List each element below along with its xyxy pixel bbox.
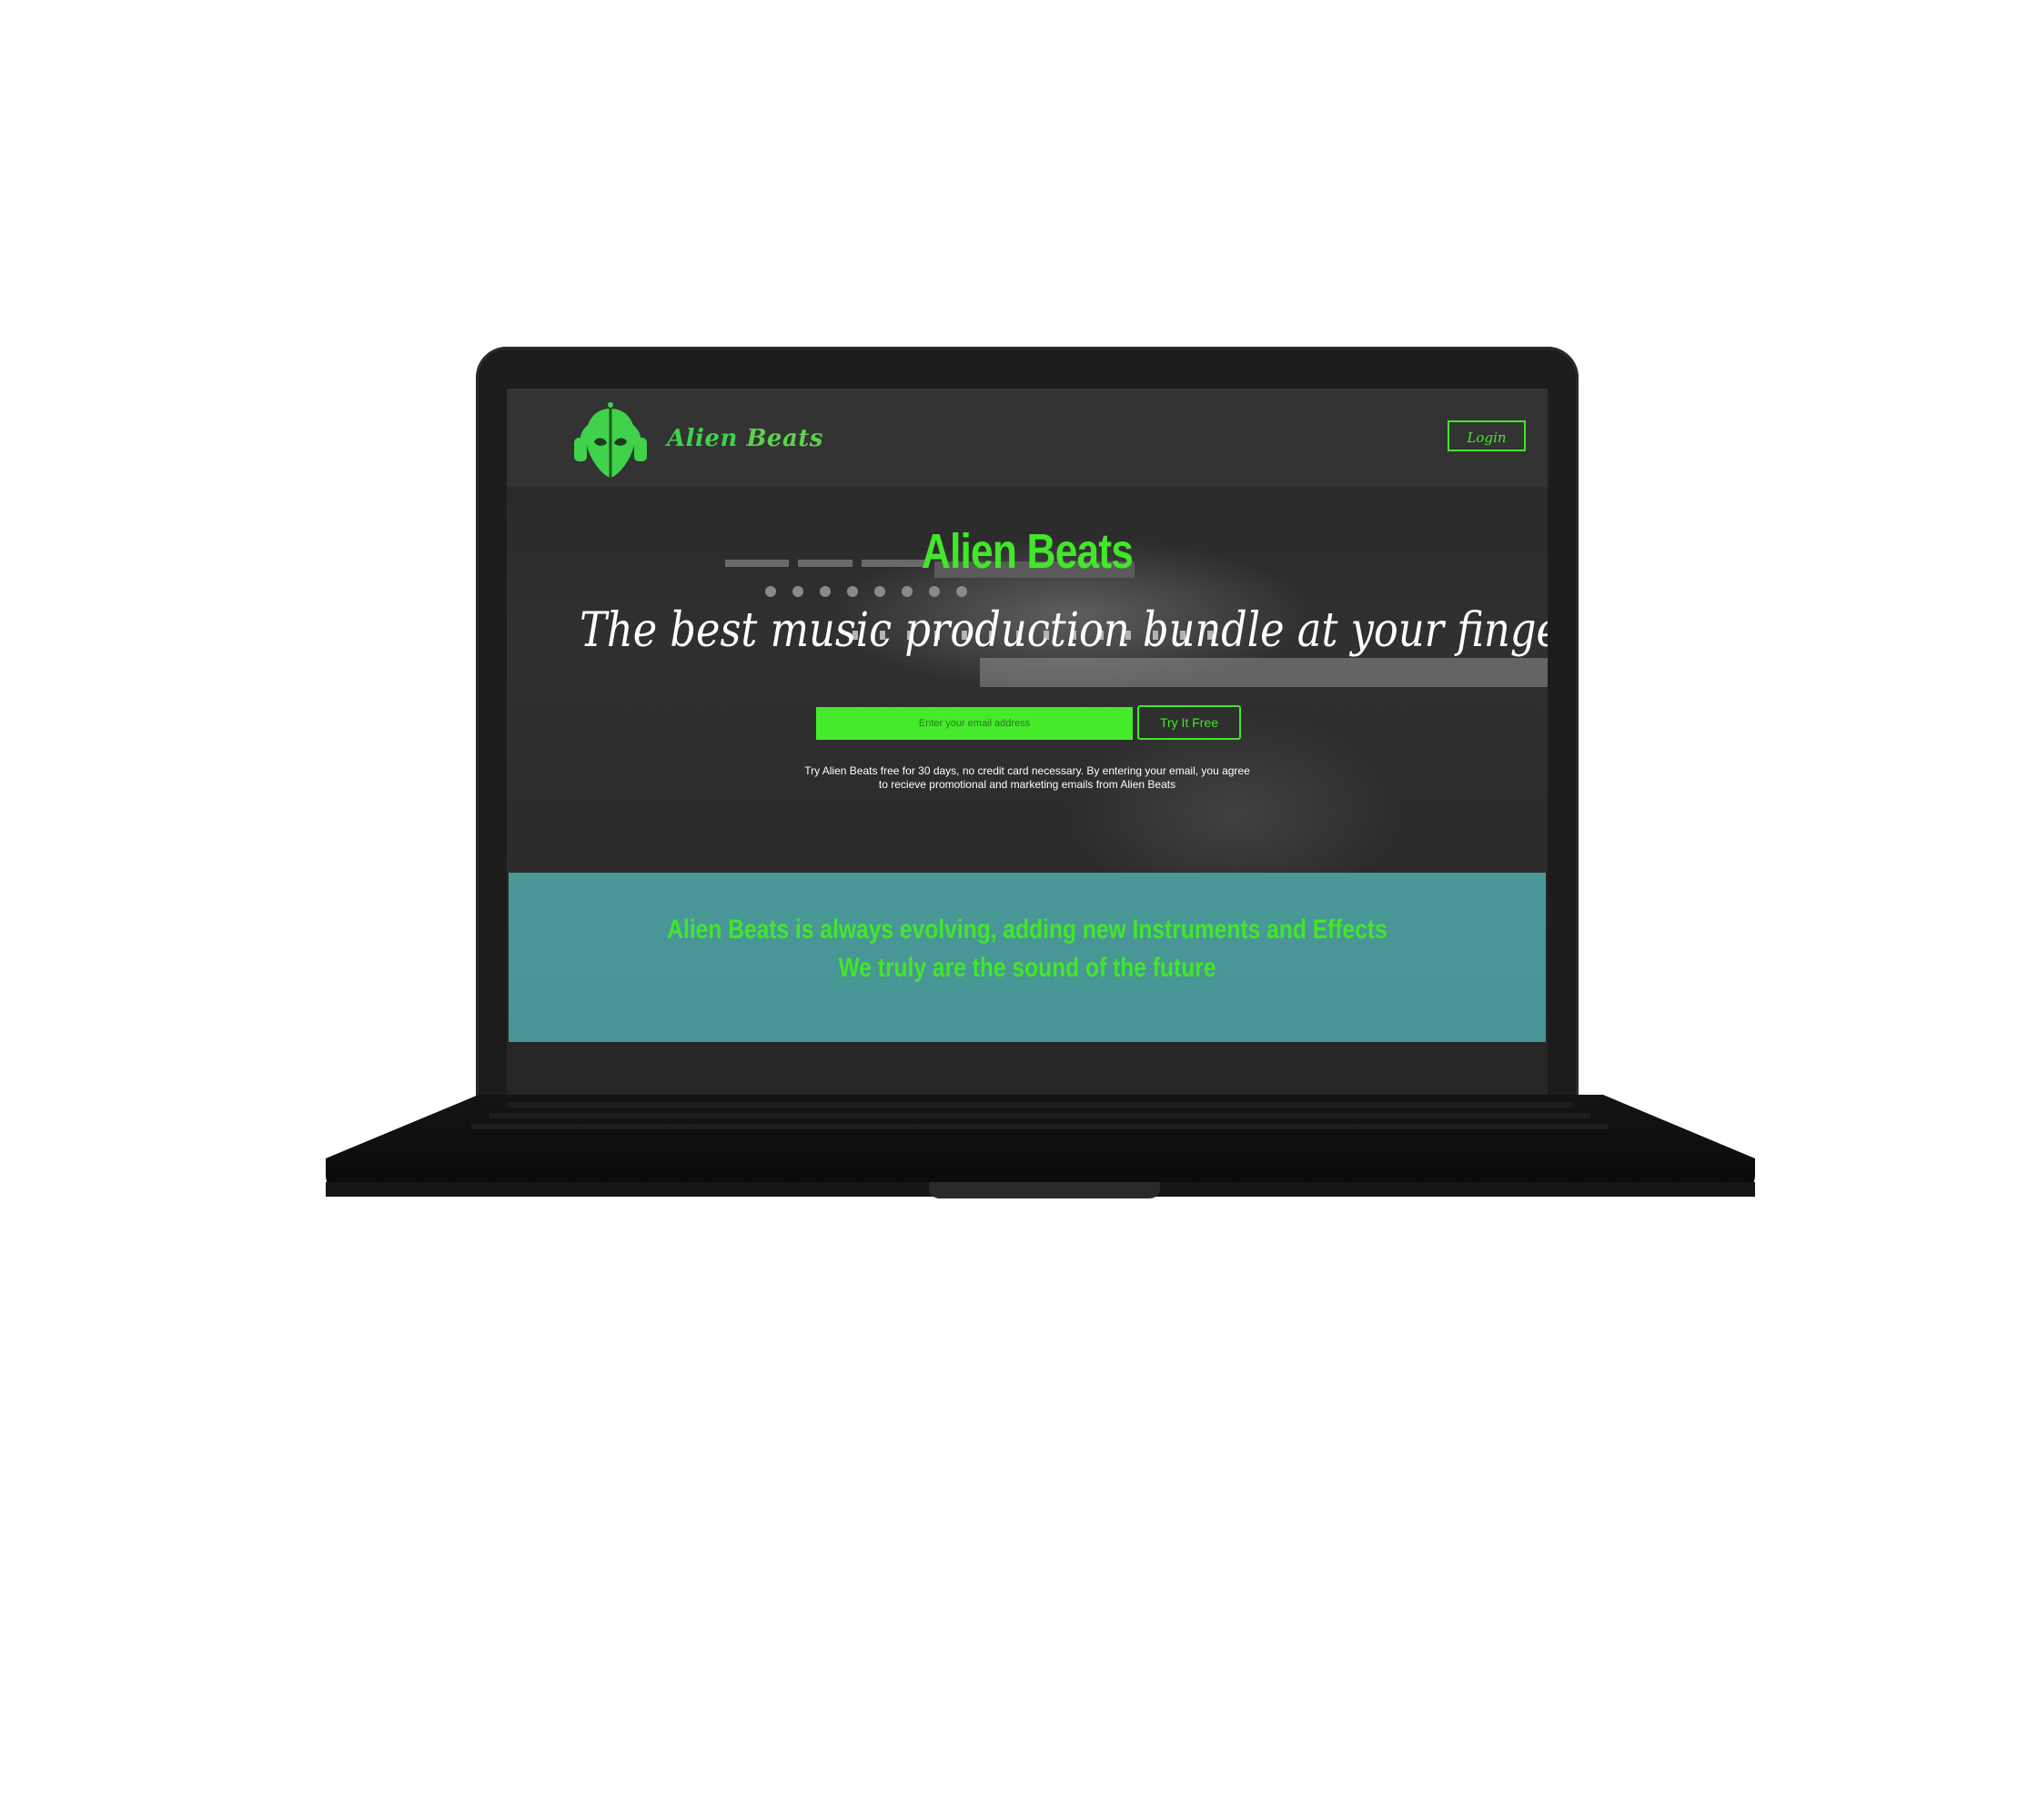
brand-wordmark[interactable]: Alien Beats [667, 425, 823, 452]
disclaimer-line-2: to recieve promotional and marketing ema… [878, 778, 1176, 791]
laptop-screen: Alien Beats Login Alien Beats The best m… [507, 389, 1548, 1098]
alien-headphones-logo-icon[interactable] [567, 396, 654, 483]
feature-band-line-1: Alien Beats is always evolving, adding n… [667, 915, 1387, 945]
hero-section: Alien Beats The best music production bu… [507, 487, 1548, 873]
disclaimer-line-1: Try Alien Beats free for 30 days, no cre… [804, 764, 1250, 777]
brand-word-beats: Beats [746, 425, 823, 452]
feature-band: Alien Beats is always evolving, adding n… [509, 873, 1546, 1042]
brand-word-alien: Alien [667, 425, 738, 452]
feature-band-line-2: We truly are the sound of the future [838, 953, 1216, 983]
laptop-mockup-stage: Alien Beats Login Alien Beats The best m… [0, 0, 2038, 1820]
hero-title: Alien Beats [921, 524, 1134, 579]
hero-subtitle: The best music production bundle at your… [580, 603, 1548, 658]
email-input[interactable] [816, 707, 1133, 740]
try-it-free-button[interactable]: Try It Free [1137, 705, 1241, 740]
signup-disclaimer: Try Alien Beats free for 30 days, no cre… [771, 764, 1284, 792]
login-button[interactable]: Login [1448, 420, 1526, 451]
laptop-base [326, 1095, 1755, 1215]
navbar: Alien Beats Login [507, 389, 1548, 487]
